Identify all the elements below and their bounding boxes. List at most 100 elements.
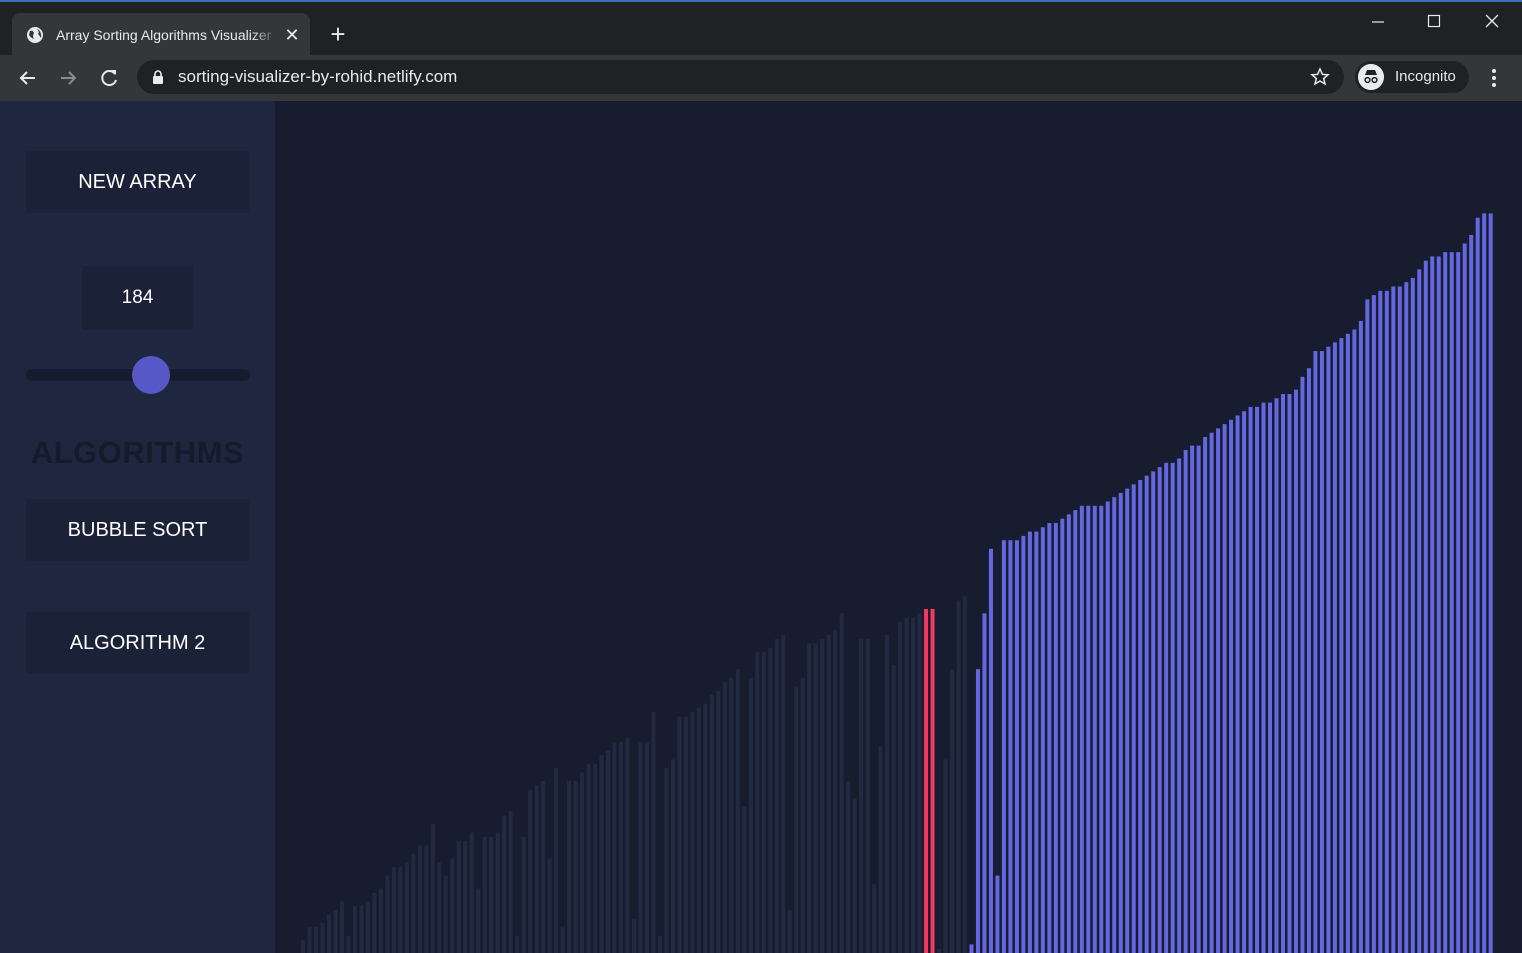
array-bar [1138,480,1143,953]
array-bar [1391,286,1396,953]
maximize-icon[interactable] [1418,10,1450,34]
array-bar [1092,505,1097,953]
array-bar [417,845,422,953]
array-bar [508,811,513,953]
array-bar [1073,510,1078,953]
array-bar [1482,213,1487,953]
array-bar [560,927,565,953]
lock-icon [153,70,163,84]
array-bar [1190,445,1195,953]
array-bar [872,884,877,953]
array-bar [1053,523,1058,953]
array-bar [450,858,455,953]
array-bar [1332,342,1337,953]
array-bar [1436,256,1441,953]
array-bar [599,755,604,953]
forward-arrow-icon[interactable] [55,65,81,91]
array-bar [437,862,442,953]
array-bar [722,682,727,953]
array-bar [1079,505,1084,953]
array-bar [521,836,526,953]
array-bar [495,832,500,953]
array-bar [1404,282,1409,953]
array-bar [1306,368,1311,953]
array-bar [1164,462,1169,953]
array-bar [1287,394,1292,953]
array-bar [781,634,786,953]
array-bar [1222,424,1227,953]
array-size-display: 184 [82,266,193,330]
array-bar [612,742,617,953]
array-bar [1229,419,1234,953]
array-bar [937,948,942,953]
reload-icon[interactable] [96,65,122,91]
array-bar [1462,243,1467,953]
array-bar [787,910,792,953]
array-bar [1047,523,1052,953]
algorithms-heading: ALGORITHMS [30,435,245,470]
bookmark-star-icon[interactable] [1310,67,1330,87]
globe-icon [27,27,43,43]
browser-tab[interactable]: Array Sorting Algorithms Visualizer ✕ [12,13,310,57]
array-bar [898,621,903,953]
array-bar [1469,234,1474,953]
array-bar [307,927,312,953]
array-bar [1358,320,1363,953]
algorithm-2-button[interactable]: ALGORITHM 2 [26,612,249,674]
array-bar [735,669,740,953]
bubble-sort-button[interactable]: BUBBLE SORT [26,499,249,561]
array-bar [1216,428,1221,953]
array-size-slider-thumb[interactable] [132,356,170,394]
array-bar [774,639,779,953]
array-bar [1177,458,1182,953]
array-bar [1449,252,1454,953]
array-bar [456,841,461,953]
array-bar [813,643,818,953]
new-tab-icon[interactable]: + [326,21,350,47]
array-bar [1034,531,1039,953]
array-bar [865,639,870,953]
array-bar [482,836,487,953]
array-bar [644,742,649,953]
array-bar [878,746,883,953]
array-bar [606,750,611,953]
array-bar [398,867,403,953]
array-bar [1040,527,1045,953]
tab-close-icon[interactable]: ✕ [282,25,302,45]
array-bar [1021,535,1026,953]
array-bar [1014,540,1019,953]
array-bar [1261,402,1266,953]
array-bar [1410,277,1415,953]
array-bar [969,944,974,953]
array-bar [528,789,533,953]
minimize-icon[interactable] [1362,10,1394,34]
address-bar[interactable]: sorting-visualizer-by-rohid.netlify.com [137,60,1344,94]
incognito-profile-button[interactable]: Incognito [1355,61,1469,93]
array-bar [365,901,370,953]
new-array-button[interactable]: NEW ARRAY [26,151,249,213]
array-bar [1378,290,1383,953]
close-window-icon[interactable] [1476,10,1508,34]
array-bar [988,548,993,953]
array-bar [1105,501,1110,953]
array-bar [580,772,585,953]
array-bar [1235,415,1240,953]
incognito-icon [1358,64,1384,90]
array-bar [1280,394,1285,953]
array-bar [1209,432,1214,953]
array-bar [1300,376,1305,953]
array-bar [1430,256,1435,953]
array-bar [593,763,598,953]
browser-toolbar: sorting-visualizer-by-rohid.netlify.com … [0,55,1522,101]
array-bar [703,703,708,953]
array-bar [333,910,338,953]
array-bar [1060,518,1065,953]
array-bar [1417,269,1422,953]
array-bar [826,634,831,953]
array-bar [346,935,351,953]
array-bar [547,858,552,953]
more-menu-icon[interactable] [1484,67,1504,89]
array-bar [1112,497,1117,953]
back-arrow-icon[interactable] [15,65,41,91]
array-bar [1118,492,1123,953]
